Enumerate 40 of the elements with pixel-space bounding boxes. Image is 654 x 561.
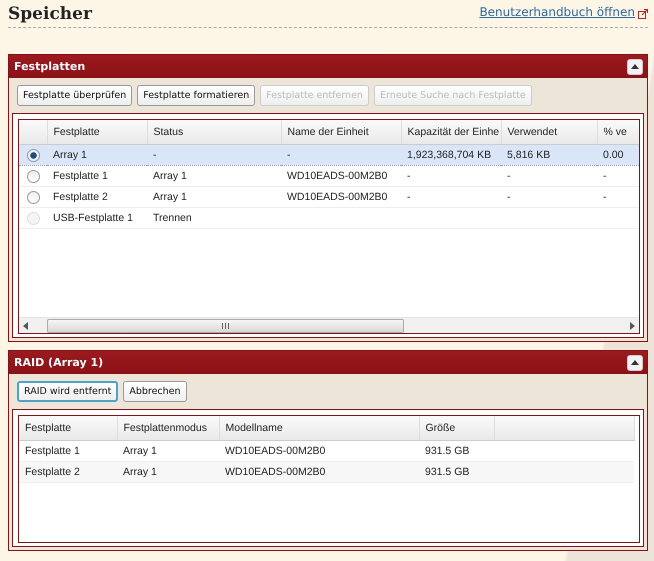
column-header[interactable]: Kapazität der Einhe [401, 120, 501, 144]
scrollbar-thumb[interactable] [47, 318, 404, 332]
column-header[interactable]: Festplattenmodus [117, 416, 219, 440]
column-header[interactable]: % ve [597, 120, 639, 144]
column-header[interactable]: Name der Einheit [281, 120, 401, 144]
collapse-button[interactable] [627, 354, 643, 370]
panel-title: Festplatten [14, 60, 86, 73]
table-row[interactable]: Array 1 - - 1,923,368,704 KB 5,816 KB 0.00 [19, 144, 639, 166]
toolbar-button[interactable]: Abbrechen [123, 381, 187, 402]
scroll-left-icon[interactable] [23, 322, 29, 330]
toolbar-button[interactable]: Festplatte überprüfen [17, 85, 132, 106]
caret-icon [631, 360, 639, 365]
manual-link[interactable]: Benutzerhandbuch öffnen [479, 5, 635, 19]
table-cell: Festplatte 2 [19, 462, 117, 482]
toolbar-button[interactable]: Festplatte formatieren [137, 85, 256, 106]
column-header[interactable]: Modellname [219, 416, 419, 440]
panel-title: RAID (Array 1) [14, 356, 104, 369]
column-header[interactable]: Festplatte [47, 120, 147, 144]
table-cell: WD10EADS-00M2B0 [219, 462, 419, 482]
table-cell: 931.5 GB [419, 462, 494, 482]
horizontal-scrollbar[interactable] [19, 317, 639, 333]
table-cell: USB-Festplatte 1 [47, 208, 147, 228]
page-title: Speicher [8, 4, 92, 24]
column-header[interactable]: Verwendet [501, 120, 597, 144]
table-cell: Array 1 [117, 462, 219, 482]
caret-icon [631, 64, 639, 69]
table-row[interactable]: Festplatte 2 Array 1 WD10EADS-00M2B0 - - - [19, 186, 639, 208]
column-header[interactable]: Status [147, 120, 281, 144]
collapse-button[interactable] [627, 58, 643, 74]
column-header[interactable]: Festplatte [19, 416, 117, 440]
table-cell: Trennen [147, 208, 281, 228]
table-row[interactable]: Festplatte 1 Array 1 WD10EADS-00M2B0 - - - [19, 166, 639, 186]
column-header [19, 120, 47, 144]
external-link-icon[interactable] [638, 9, 648, 19]
toolbar-button[interactable]: RAID wird entfernt [17, 381, 118, 402]
radio-button[interactable] [27, 170, 40, 182]
radio-button[interactable] [27, 190, 40, 204]
scroll-right-icon[interactable] [629, 322, 635, 330]
column-header[interactable]: Größe [419, 416, 494, 440]
radio-button[interactable] [27, 148, 40, 162]
